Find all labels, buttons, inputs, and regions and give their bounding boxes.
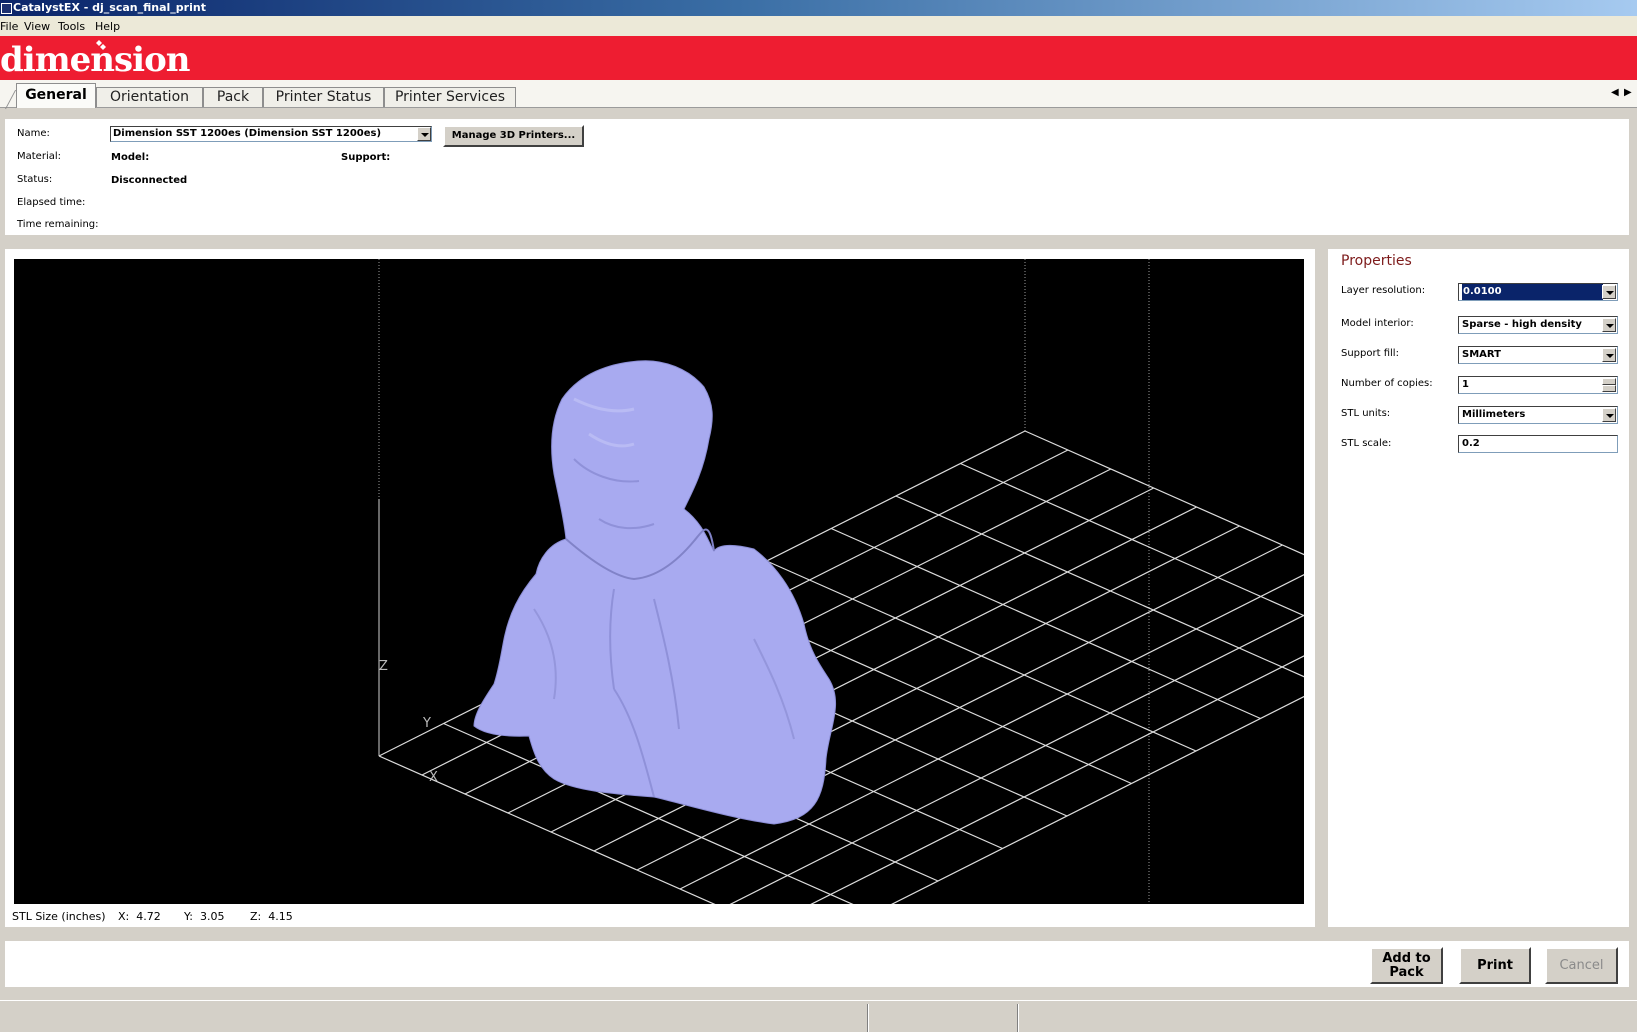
support-fill-label: Support fill: (1341, 348, 1399, 359)
manage-3d-printers-button[interactable]: Manage 3D Printers... (443, 125, 584, 147)
grid-line (1024, 430, 1304, 556)
spinner-up-icon[interactable] (1602, 378, 1616, 385)
stl-size-readout: STL Size (inches) X: 4.72 Y: 3.05 Z: 4.1… (12, 910, 293, 923)
grid-line (830, 527, 1261, 720)
tab-printer-services[interactable]: Printer Services (384, 87, 516, 107)
grid-line (895, 495, 1304, 678)
window-title: CatalystEX - dj_scan_final_print (13, 1, 206, 14)
layer-resolution-label: Layer resolution: (1341, 285, 1426, 296)
name-label: Name: (17, 128, 50, 139)
number-of-copies-label: Number of copies: (1341, 378, 1433, 389)
time-remaining-label: Time remaining: (17, 219, 99, 230)
printer-name-value: Dimension SST 1200es (Dimension SST 1200… (113, 128, 382, 139)
number-of-copies-value: 1 (1462, 379, 1469, 390)
menu-file[interactable]: File (0, 20, 18, 33)
tab-scroll-left-icon[interactable]: ◀ (1611, 87, 1619, 98)
brand-banner: dimension (0, 36, 1637, 80)
axis-z-label: Z (379, 659, 388, 674)
model-interior-value: Sparse - high density (1462, 319, 1582, 330)
grid-line (891, 695, 1304, 904)
grid-line (960, 462, 1304, 617)
stl-size-z: Z: 4.15 (250, 910, 293, 923)
stl-scale-input[interactable]: 0.2 (1458, 435, 1618, 453)
print-button[interactable]: Print (1459, 947, 1531, 984)
spinner-down-icon[interactable] (1602, 385, 1616, 392)
app-icon (1, 3, 12, 14)
menu-tools[interactable]: Tools (58, 20, 85, 33)
printer-name-dropdown[interactable]: Dimension SST 1200es (Dimension SST 1200… (110, 126, 432, 142)
chevron-down-icon[interactable] (1602, 408, 1616, 422)
layer-resolution-dropdown[interactable]: 0.0100 (1458, 283, 1618, 301)
tab-pack[interactable]: Pack (203, 87, 263, 107)
stl-units-value: Millimeters (1462, 409, 1526, 420)
chevron-down-icon[interactable] (1602, 285, 1616, 299)
status-label: Status: (17, 174, 53, 185)
tab-scroll-right-icon[interactable]: ▶ (1624, 87, 1632, 98)
stl-scale-value: 0.2 (1462, 438, 1480, 449)
add-to-pack-button[interactable]: Add to Pack (1370, 947, 1443, 984)
3d-viewport[interactable]: Z Y X (14, 259, 1304, 904)
logo-diamond-icon (96, 40, 106, 50)
tab-orientation[interactable]: Orientation (96, 87, 203, 107)
layer-resolution-value: 0.0100 (1462, 284, 1603, 300)
status-divider (1017, 1004, 1019, 1032)
model-material-label: Model: (111, 152, 150, 163)
axis-x-label: X (429, 770, 438, 785)
menu-bar: File View Tools Help (0, 16, 1637, 36)
stl-size-y: Y: 3.05 (184, 910, 225, 923)
chevron-down-icon[interactable] (1602, 318, 1616, 332)
chevron-down-icon[interactable] (417, 127, 431, 141)
model-interior-dropdown[interactable]: Sparse - high density (1458, 316, 1618, 334)
bust-model[interactable] (473, 360, 837, 825)
axis-y-label: Y (422, 716, 431, 731)
material-label: Material: (17, 151, 61, 162)
stl-scale-label: STL scale: (1341, 438, 1392, 449)
stl-units-dropdown[interactable]: Millimeters (1458, 406, 1618, 424)
support-fill-value: SMART (1462, 349, 1501, 360)
support-fill-dropdown[interactable]: SMART (1458, 346, 1618, 364)
grid-line (810, 655, 1304, 904)
status-bar (0, 1000, 1637, 1032)
menu-view[interactable]: View (24, 20, 50, 33)
tab-printer-status[interactable]: Printer Status (263, 87, 384, 107)
status-divider (867, 1004, 869, 1032)
menu-help[interactable]: Help (95, 20, 120, 33)
chevron-down-icon[interactable] (1602, 348, 1616, 362)
tab-general[interactable]: General (16, 83, 96, 108)
support-material-label: Support: (341, 152, 391, 163)
stl-size-label: STL Size (inches) (12, 910, 106, 923)
spinner-arrows-icon[interactable] (1602, 378, 1616, 392)
number-of-copies-spinner[interactable]: 1 (1458, 376, 1618, 394)
properties-title: Properties (1341, 253, 1412, 269)
status-value: Disconnected (111, 175, 188, 186)
elapsed-time-label: Elapsed time: (17, 197, 86, 208)
stl-size-x: X: 4.72 (118, 910, 161, 923)
title-bar: CatalystEX - dj_scan_final_print (0, 0, 1637, 16)
build-tray-view: Z Y X (378, 259, 1304, 904)
cancel-button[interactable]: Cancel (1545, 947, 1618, 984)
tab-strip: General Orientation Pack Printer Status … (0, 80, 1637, 108)
stl-units-label: STL units: (1341, 408, 1391, 419)
model-interior-label: Model interior: (1341, 318, 1414, 329)
